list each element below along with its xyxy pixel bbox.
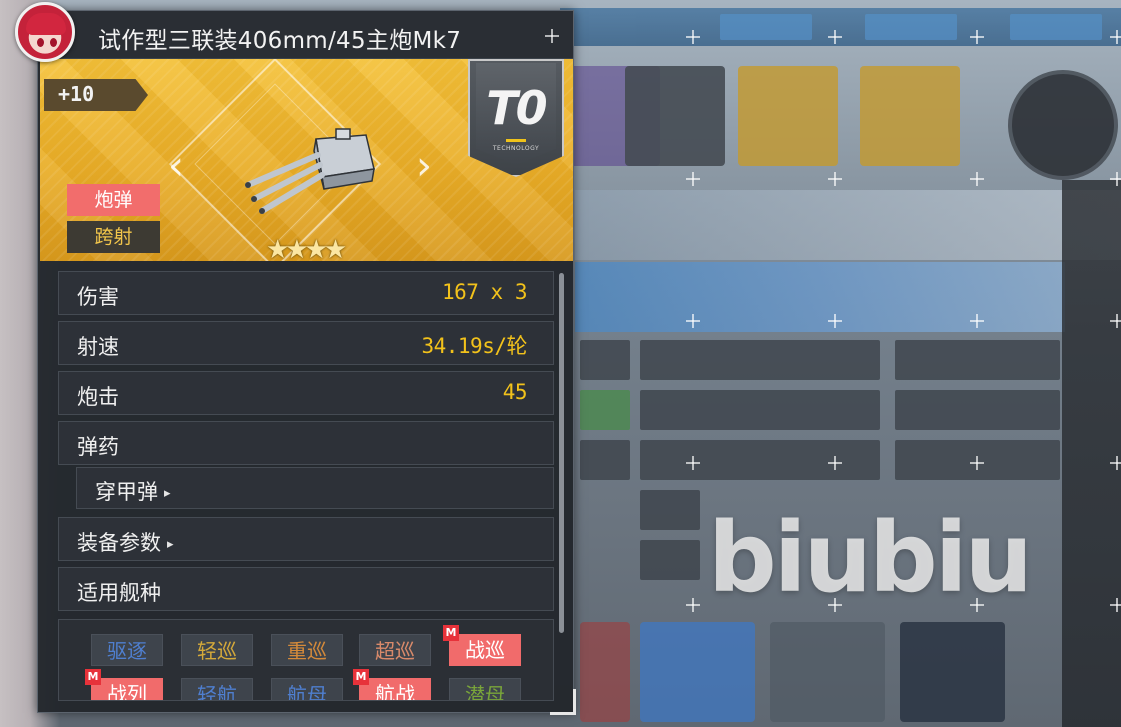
background-top-bar — [560, 8, 1121, 46]
grid-cross — [828, 172, 842, 186]
grid-cross — [686, 172, 700, 186]
background-row — [580, 390, 630, 430]
main-gun-marker-icon: M — [443, 625, 459, 641]
tier-label: TECHNOLOGY — [492, 145, 540, 152]
ammo-type-row[interactable]: 穿甲弹 ▸ — [76, 467, 554, 509]
ship-type-label: 重巡 — [287, 639, 327, 663]
background-row — [895, 440, 1060, 480]
ship-type-bc: M 战巡 — [443, 625, 521, 666]
stat-label: 伤害 — [77, 285, 119, 309]
ship-types-grid: 驱逐 轻巡 重巡 超巡 M 战巡 M 战列 轻航 航母 M 航战 潜母 — [58, 619, 554, 701]
background-row — [640, 340, 880, 380]
expand-arrow-icon: ▸ — [164, 486, 171, 501]
chevron-left-icon[interactable]: ‹ — [168, 143, 184, 189]
stat-row-ammo: 弹药 — [58, 421, 554, 465]
ship-type-cb: 超巡 — [359, 634, 431, 666]
stat-label: 射速 — [77, 335, 119, 359]
background-row — [640, 540, 700, 580]
background-box — [900, 622, 1005, 722]
stat-value: 167 x 3 — [441, 280, 528, 304]
background-box — [640, 622, 755, 722]
main-gun-marker-icon: M — [85, 669, 101, 685]
stat-row-firepower: 炮击 45 — [58, 371, 554, 415]
ship-type-cvl: 轻航 — [181, 678, 253, 701]
stat-label: 炮击 — [77, 385, 119, 409]
avatar-hair — [26, 13, 66, 35]
background-row — [580, 440, 630, 480]
ship-type-label: 超巡 — [375, 639, 415, 663]
ship-type-label: 潜母 — [465, 683, 505, 701]
main-gun-marker-icon: M — [353, 669, 369, 685]
background-row — [640, 490, 700, 530]
equipment-detail-panel: 试作型三联装406mm/45主炮Mk7 ‹ › +10 T0 TECHNOLOG… — [37, 10, 576, 715]
background-row — [640, 440, 880, 480]
ship-type-label: 航战 — [375, 682, 415, 701]
ship-type-ca: 重巡 — [271, 634, 343, 666]
avatar-eye — [37, 38, 44, 47]
background-slot — [860, 66, 960, 166]
avatar-eye — [50, 38, 57, 47]
ammo-type: 穿甲弹 ▸ — [95, 476, 171, 506]
equipment-params-label: 装备参数 — [77, 531, 161, 555]
ship-types-label: 适用舰种 — [77, 581, 161, 605]
grid-cross — [686, 598, 700, 612]
scrollbar[interactable] — [559, 273, 564, 633]
title-bar: 试作型三联装406mm/45主炮Mk7 — [38, 11, 573, 59]
triple-gun-turret-icon — [245, 128, 375, 214]
ship-type-label: 驱逐 — [107, 639, 147, 663]
tier-code: T0 — [486, 81, 547, 135]
ship-type-label: 战列 — [107, 682, 147, 701]
background-box — [580, 622, 630, 722]
ship-type-bb: M 战列 — [85, 669, 163, 701]
ammo-type-label: 穿甲弹 — [95, 480, 158, 504]
background-band — [575, 262, 1065, 332]
stat-label: 弹药 — [77, 435, 119, 459]
equipment-params-row[interactable]: 装备参数 ▸ — [58, 517, 554, 561]
ship-type-label: 轻巡 — [197, 639, 237, 663]
watermark: biubiu — [708, 502, 1033, 614]
equipment-params: 装备参数 ▸ — [77, 527, 174, 557]
background-round-button — [1008, 70, 1118, 180]
ship-type-label: 轻航 — [197, 683, 237, 701]
ship-type-ssv: 潜母 — [449, 678, 521, 701]
ship-type-cv: 航母 — [271, 678, 343, 701]
ship-type-label: 战巡 — [465, 638, 505, 662]
grid-cross — [970, 172, 984, 186]
background-slot — [738, 66, 838, 166]
grid-cross — [545, 29, 559, 43]
equipment-title: 试作型三联装406mm/45主炮Mk7 — [98, 28, 462, 54]
enhance-level: +10 — [58, 82, 95, 106]
stat-row-damage: 伤害 167 x 3 — [58, 271, 554, 315]
background-slot — [625, 66, 725, 166]
tag-straddle: 跨射 — [67, 221, 160, 253]
equipment-banner: ‹ › +10 T0 TECHNOLOGY 炮弹 跨射 ★★★★ — [40, 59, 573, 261]
background-side-strip — [1062, 180, 1121, 727]
background-box — [770, 622, 885, 722]
expand-arrow-icon: ▸ — [167, 537, 174, 552]
ship-type-label: 航母 — [287, 683, 327, 701]
rarity-stars: ★★★★ — [266, 235, 347, 261]
stat-value: 45 — [502, 380, 528, 404]
background-row — [580, 340, 630, 380]
ship-type-cl: 轻巡 — [181, 634, 253, 666]
tier-underline — [506, 139, 526, 142]
stat-row-fire-rate: 射速 34.19s/轮 — [58, 321, 554, 365]
chevron-right-icon[interactable]: › — [416, 143, 432, 189]
avatar[interactable] — [15, 2, 75, 62]
background-row — [895, 390, 1060, 430]
tag-shell: 炮弹 — [67, 184, 160, 216]
enhance-level-badge: +10 — [44, 79, 148, 111]
panel-corner — [550, 689, 576, 715]
ship-types-header: 适用舰种 — [58, 567, 554, 611]
background-row — [640, 390, 880, 430]
ship-type-bbv: M 航战 — [353, 669, 431, 701]
stat-value: 34.19s/轮 — [421, 334, 527, 358]
background-band — [575, 190, 1121, 260]
background-row — [895, 340, 1060, 380]
ship-type-dd: 驱逐 — [91, 634, 163, 666]
